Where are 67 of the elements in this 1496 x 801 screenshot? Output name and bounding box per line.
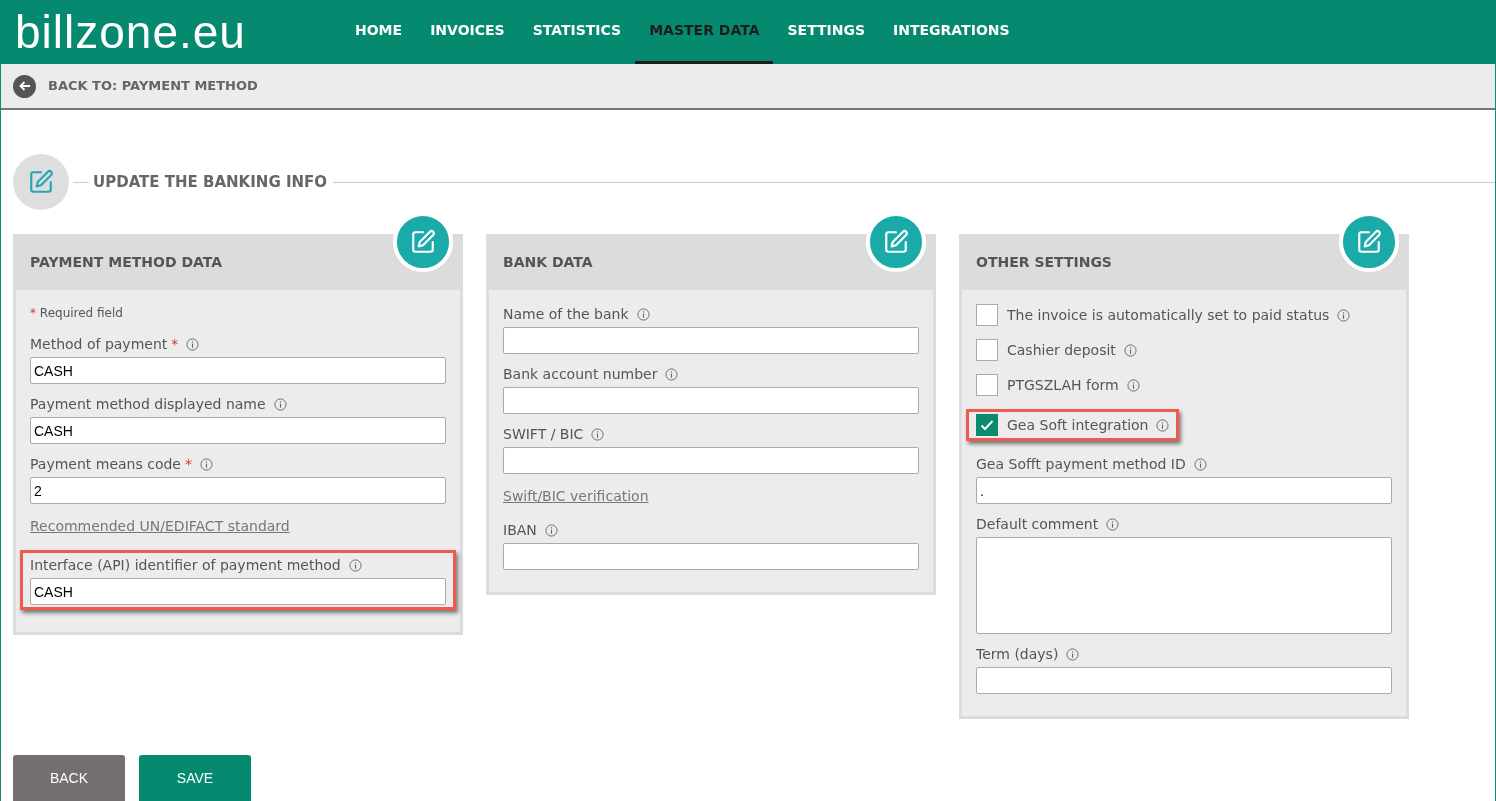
input-field[interactable]: CASH [30,417,446,444]
checkbox-label: The invoice is automatically set to paid status [1007,305,1330,325]
info-icon [665,368,679,381]
field-label: Gea Sofft payment method ID [976,455,1186,474]
input-field[interactable]: CASH [30,578,446,605]
checkbox[interactable] [976,374,998,396]
info-icon [1106,518,1120,531]
nav-tab[interactable]: INTEGRATIONS [879,0,1024,64]
info-icon [186,338,200,351]
action-button[interactable]: BACK [13,755,125,801]
help-link[interactable]: Swift/BIC verification [503,488,649,504]
action-button[interactable]: SAVE [139,755,251,801]
logo: billzone.eu [15,9,246,55]
required-asterisk: * [184,455,192,474]
pencil-icon [28,169,54,195]
input-field[interactable] [503,327,919,354]
field-label: Default comment [976,515,1099,534]
input-field[interactable] [976,667,1392,694]
input-field[interactable] [503,543,919,570]
info-icon [1123,343,1137,357]
field-label: Bank account number [503,365,658,384]
checkbox-label: Gea Soft integration [1007,415,1149,435]
panel-title: BANK DATA [503,252,593,272]
field-label: Payment method displayed name [30,395,266,414]
nav-tab[interactable]: HOME [341,0,417,64]
checkbox-label: PTGSZLAH form [1007,375,1119,395]
section-title: UPDATE THE BANKING INFO [93,171,328,193]
info-icon [1126,378,1140,392]
info-icon [1337,308,1351,322]
field-label: Term (days) [976,645,1059,664]
info-icon [1066,648,1080,661]
pencil-icon [410,229,436,255]
input-field[interactable] [503,387,919,414]
field-label: Name of the bank [503,305,629,324]
field-label: Payment means code [30,455,181,474]
info-icon [273,398,287,411]
field-label: IBAN [503,521,537,540]
input-field[interactable]: . [976,477,1392,504]
checkbox[interactable] [976,414,998,436]
back-link[interactable]: BACK TO: PAYMENT METHOD [48,76,258,96]
checkbox[interactable] [976,339,998,361]
info-icon [591,428,605,441]
info-icon [348,559,362,572]
info-icon [636,308,650,321]
nav-tab[interactable]: INVOICES [416,0,519,64]
info-icon [1193,458,1207,471]
input-field[interactable]: CASH [30,357,446,384]
help-link[interactable]: Recommended UN/EDIFACT standard [30,518,290,534]
input-field[interactable]: 2 [30,477,446,504]
panel-title: PAYMENT METHOD DATA [30,252,223,272]
field-label: SWIFT / BIC [503,425,584,444]
comment-field[interactable] [976,537,1392,634]
input-field[interactable] [503,447,919,474]
required-asterisk: * [171,335,179,354]
info-icon [544,524,558,537]
panel-title: OTHER SETTINGS [976,252,1112,272]
pencil-icon [1356,229,1382,255]
pencil-icon [883,229,909,255]
info-icon [199,458,213,471]
field-label: Interface (API) identifier of payment method [30,556,341,575]
info-icon [1156,418,1170,432]
checkbox-label: Cashier deposit [1007,340,1116,360]
field-label: Method of payment [30,335,168,354]
required-note: * Required field [30,306,123,320]
checkbox[interactable] [976,304,998,326]
nav-tab[interactable]: SETTINGS [773,0,880,64]
nav-tab[interactable]: STATISTICS [518,0,636,64]
